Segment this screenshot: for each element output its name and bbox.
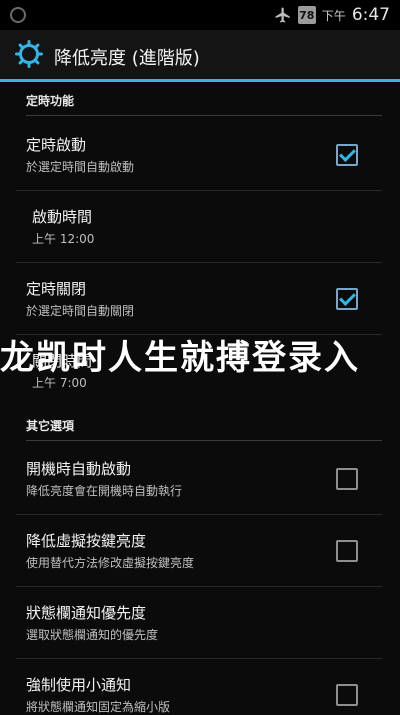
- time-prefix: 下午: [321, 8, 346, 23]
- row-summary: 使用替代方法修改虛擬按鍵亮度: [26, 556, 195, 570]
- boot-start-checkbox[interactable]: [336, 468, 358, 490]
- row-title: 定時關閉: [26, 280, 87, 298]
- dim-keys-checkbox[interactable]: [336, 540, 358, 562]
- battery-icon: 78: [297, 6, 316, 24]
- row-summary: 降低亮度會在開機時自動執行: [26, 484, 183, 498]
- status-right: 78 下午 6:47: [274, 0, 390, 30]
- row-boot-start[interactable]: 開機時自動啟動 降低亮度會在開機時自動執行: [16, 442, 382, 515]
- row-notification-priority[interactable]: 狀態欄通知優先度 選取狀態欄通知的優先度: [16, 586, 382, 659]
- airplane-icon: [274, 6, 292, 24]
- action-bar: 降低亮度 (進階版): [0, 30, 400, 82]
- timer-start-checkbox[interactable]: [336, 144, 358, 166]
- row-title: 開機時自動啟動: [26, 460, 132, 478]
- row-summary: 將狀態欄通知固定為縮小版: [26, 700, 171, 714]
- row-title: 定時啟動: [26, 136, 87, 154]
- status-bar: 78 下午 6:47: [0, 0, 400, 30]
- row-title: 狀態欄通知優先度: [26, 604, 147, 622]
- row-dim-keys[interactable]: 降低虛擬按鍵亮度 使用替代方法修改虛擬按鍵亮度: [16, 514, 382, 587]
- clock-time: 6:47: [351, 5, 390, 25]
- row-timer-start[interactable]: 定時啟動 於選定時間自動啟動: [16, 118, 382, 191]
- row-small-notification[interactable]: 強制使用小通知 將狀態欄通知固定為縮小版: [16, 658, 382, 714]
- timer-stop-checkbox[interactable]: [336, 288, 358, 310]
- row-summary: 於選定時間自動啟動: [26, 160, 135, 174]
- app-title: 降低亮度 (進階版): [54, 48, 200, 69]
- notification-ring-icon: [10, 7, 26, 23]
- row-title: 強制使用小通知: [26, 676, 132, 694]
- small-notification-checkbox[interactable]: [336, 684, 358, 706]
- section-header-other: 其它選項: [26, 417, 382, 441]
- gear-icon[interactable]: [14, 39, 44, 69]
- row-summary: 於選定時間自動關閉: [26, 304, 135, 318]
- row-title: 啟動時間: [32, 208, 93, 226]
- section-header-timer: 定時功能: [26, 92, 382, 116]
- row-start-time[interactable]: 啟動時間 上午 12:00: [16, 190, 382, 263]
- row-summary: 上午 12:00: [32, 232, 95, 246]
- row-summary: 選取狀態欄通知的優先度: [26, 628, 159, 642]
- row-title: 降低虛擬按鍵亮度: [26, 532, 147, 550]
- overlay-text: 龙凯时人生就搏登录入: [0, 338, 360, 378]
- row-timer-stop[interactable]: 定時關閉 於選定時間自動關閉: [16, 262, 382, 335]
